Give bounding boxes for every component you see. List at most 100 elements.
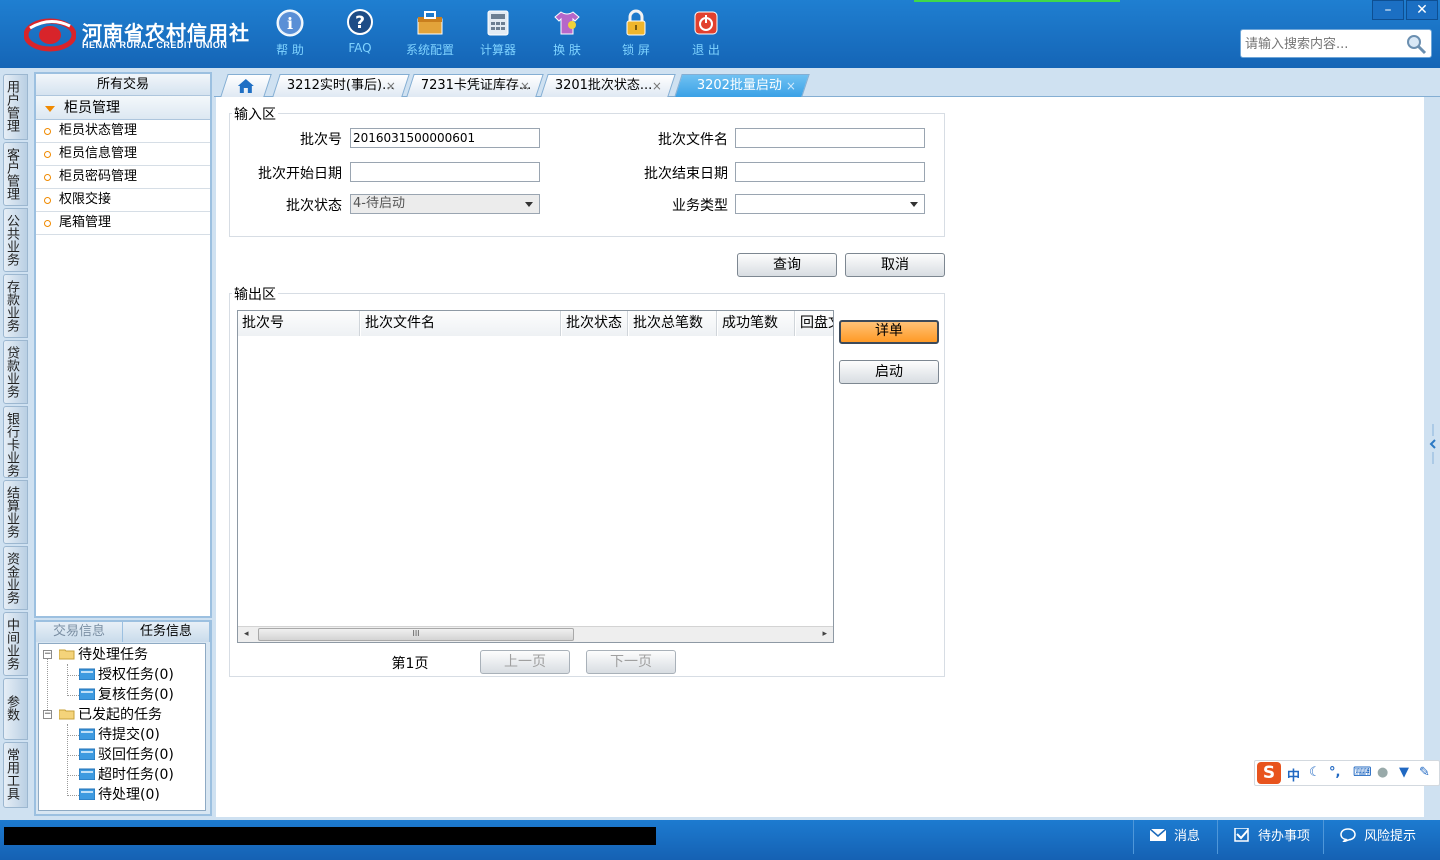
nav-intermediary-business[interactable]: 中间业务	[3, 612, 28, 676]
system-config-button[interactable]: 系统配置	[400, 8, 460, 62]
batch-no-input[interactable]: 2016031500000601	[350, 128, 540, 148]
user-icon[interactable]: ●	[1377, 765, 1388, 780]
tree-node-authorize[interactable]: 授权任务(0)	[79, 665, 174, 685]
next-page-button[interactable]: 下一页	[586, 650, 676, 674]
exit-button[interactable]: 退 出	[676, 8, 736, 62]
input-area-legend: 输入区	[232, 104, 278, 124]
tx-item-permission-handover[interactable]: 权限交接	[36, 189, 210, 212]
nav-user-management[interactable]: 用户管理	[3, 74, 28, 140]
detail-button[interactable]: 详单	[839, 320, 939, 344]
tree-node-review[interactable]: 复核任务(0)	[79, 685, 174, 705]
end-date-input[interactable]	[735, 162, 925, 182]
tree-node-pending[interactable]: 待处理任务	[59, 645, 148, 665]
minimize-button[interactable]: –	[1372, 0, 1404, 20]
nav-customer-management[interactable]: 客户管理	[3, 142, 28, 206]
app-header: 河南省农村信用社 HENAN RURAL CREDIT UNION i 帮 助 …	[0, 0, 1440, 68]
output-area-legend: 输出区	[232, 284, 278, 304]
moon-icon[interactable]: ☾	[1309, 765, 1321, 780]
tree-node-to-process[interactable]: 待处理(0)	[79, 785, 160, 805]
collapse-toggle-icon[interactable]: −	[43, 650, 52, 659]
col-success-count[interactable]: 成功笔数	[718, 311, 795, 336]
tab-close-icon[interactable]: ×	[652, 75, 662, 97]
tab-close-icon[interactable]: ×	[386, 75, 396, 97]
transaction-panel-title: 所有交易	[36, 74, 210, 96]
tx-item-teller-status[interactable]: 柜员状态管理	[36, 120, 210, 143]
batch-file-label: 批次文件名	[658, 132, 728, 148]
tab-home[interactable]	[220, 74, 272, 97]
tree-node-to-submit[interactable]: 待提交(0)	[79, 725, 160, 745]
tab-3202[interactable]: 3202批量启动 ×	[674, 74, 810, 97]
batch-grid: 批次号 批次文件名 批次状态 批次总笔数 成功笔数 回盘文 ◂ III ▸	[237, 310, 834, 643]
envelope-icon	[1150, 828, 1166, 841]
tab-task-info[interactable]: 任务信息	[123, 622, 210, 642]
tab-close-icon[interactable]: ×	[786, 75, 796, 97]
nav-common-tools[interactable]: 常用工具	[3, 742, 28, 808]
tab-3212[interactable]: 3212实时(事后)... ×	[272, 74, 410, 97]
batch-file-input[interactable]	[735, 128, 925, 148]
folder-open-icon	[59, 709, 75, 720]
nav-fund-business[interactable]: 资金业务	[3, 546, 28, 610]
start-button[interactable]: 启动	[839, 360, 939, 384]
scroll-thumb[interactable]: III	[258, 628, 574, 641]
nav-loan-business[interactable]: 贷款业务	[3, 340, 28, 404]
tab-3201[interactable]: 3201批次状态... ×	[540, 74, 676, 97]
cancel-button[interactable]: 取消	[845, 253, 945, 277]
col-return-file[interactable]: 回盘文	[796, 311, 833, 336]
scroll-right-icon[interactable]: ▸	[822, 629, 827, 639]
query-button[interactable]: 查询	[737, 253, 837, 277]
ime-mode-toggle[interactable]: 中	[1287, 765, 1300, 784]
col-batch-file[interactable]: 批次文件名	[361, 311, 561, 336]
tree-node-timeout[interactable]: 超时任务(0)	[79, 765, 174, 785]
nav-bank-card-business[interactable]: 银行卡业务	[3, 406, 28, 478]
speech-bubble-icon	[1340, 828, 1356, 842]
calculator-icon	[487, 10, 509, 36]
horizontal-scrollbar[interactable]: ◂ III ▸	[238, 626, 833, 642]
wrench-icon[interactable]: ✎	[1419, 765, 1430, 780]
start-date-input[interactable]	[350, 162, 540, 182]
risk-alert-button[interactable]: 风险提示	[1323, 820, 1440, 854]
tree-node-rejected[interactable]: 驳回任务(0)	[79, 745, 174, 765]
tx-item-teller-password[interactable]: 柜员密码管理	[36, 166, 210, 189]
calculator-button[interactable]: 计算器	[468, 8, 528, 62]
nav-parameters[interactable]: 参数	[3, 678, 28, 740]
lock-screen-button[interactable]: 锁 屏	[606, 8, 666, 62]
search-icon[interactable]	[1405, 33, 1427, 55]
col-batch-total[interactable]: 批次总笔数	[629, 311, 717, 336]
biz-type-select[interactable]	[735, 194, 925, 214]
change-skin-button[interactable]: 换 肤	[537, 8, 597, 62]
tab-transaction-info[interactable]: 交易信息	[36, 622, 123, 642]
shirt-skin-icon[interactable]: ▼	[1399, 765, 1409, 780]
tx-item-teller-info[interactable]: 柜员信息管理	[36, 143, 210, 166]
messages-button[interactable]: 消息	[1133, 820, 1217, 854]
bullet-icon	[44, 197, 51, 204]
nav-settlement-business[interactable]: 结算业务	[3, 480, 28, 544]
batch-status-select[interactable]: 4-待启动	[350, 194, 540, 214]
task-tree: − 待处理任务 授权任务(0) 复核任务(0) − 已发起的任务 待提交(0) …	[38, 643, 206, 811]
faq-button[interactable]: ? FAQ	[330, 8, 390, 62]
ime-toolbar[interactable]: S 中 ☾ °, ⌨ ● ▼ ✎	[1254, 760, 1440, 786]
collapse-toggle-icon[interactable]: −	[43, 710, 52, 719]
scroll-left-icon[interactable]: ◂	[244, 629, 249, 639]
todo-button[interactable]: 待办事项	[1217, 820, 1323, 854]
punctuation-icon[interactable]: °,	[1329, 765, 1340, 780]
close-window-button[interactable]: ✕	[1406, 0, 1438, 20]
keyboard-icon[interactable]: ⌨	[1353, 765, 1372, 780]
batch-status-label: 批次状态	[286, 198, 342, 214]
tx-item-cash-box[interactable]: 尾箱管理	[36, 212, 210, 235]
toolbox-icon	[417, 11, 443, 35]
tab-close-icon[interactable]: ×	[520, 75, 530, 97]
nav-deposit-business[interactable]: 存款业务	[3, 274, 28, 338]
prev-page-button[interactable]: 上一页	[480, 650, 570, 674]
tree-node-started[interactable]: 已发起的任务	[59, 705, 162, 725]
collapse-right-handle[interactable]	[1428, 424, 1438, 464]
search-input[interactable]	[1245, 33, 1405, 55]
bullet-icon	[44, 151, 51, 158]
brand-logo: 河南省农村信用社 HENAN RURAL CREDIT UNION	[24, 14, 249, 56]
help-button[interactable]: i 帮 助	[260, 8, 320, 62]
col-batch-no[interactable]: 批次号	[238, 311, 360, 336]
nav-public-business[interactable]: 公共业务	[3, 208, 28, 272]
tab-bar: 3212实时(事后)... × 7231卡凭证库存... × 3201批次状态...…	[214, 72, 1440, 97]
col-batch-status[interactable]: 批次状态	[562, 311, 628, 336]
tab-7231[interactable]: 7231卡凭证库存... ×	[406, 74, 544, 97]
group-teller-management[interactable]: 柜员管理	[36, 96, 210, 120]
